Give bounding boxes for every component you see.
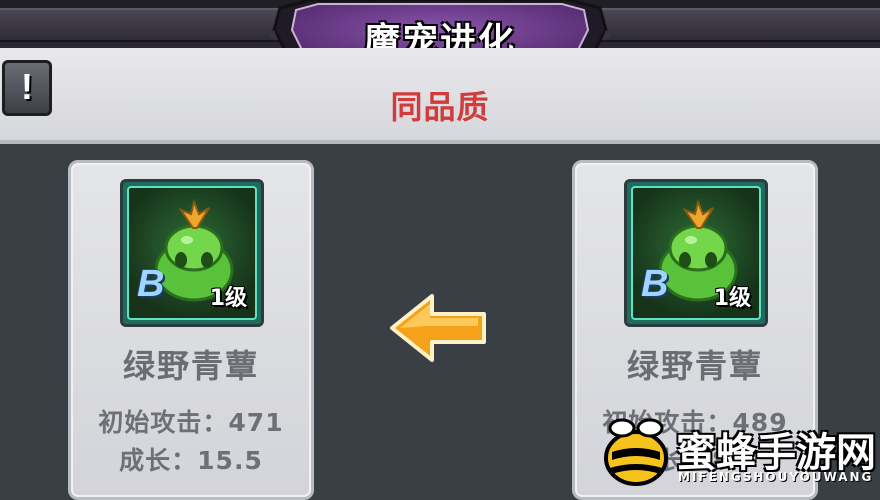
arrow-left-icon — [390, 294, 486, 362]
watermark: 蜜蜂手游网 MIFENGSHOUYOUWANG — [598, 418, 880, 493]
grade-badge: B — [641, 263, 669, 305]
pet-card-left[interactable]: B 1级 绿野青蕈 初始攻击：471 成长：15.5 — [68, 160, 314, 500]
level-badge: 1级 — [713, 286, 751, 311]
pet-portrait: B 1级 — [631, 186, 761, 320]
bee-logo-icon — [604, 418, 668, 486]
pet-name: 绿野青蕈 — [122, 347, 259, 385]
watermark-subtitle: MIFENGSHOUYOUWANG — [678, 470, 874, 484]
quality-label: 同品质 — [390, 88, 490, 126]
exclamation-icon: ! — [21, 66, 33, 107]
pet-portrait-frame: B 1级 — [120, 179, 264, 327]
pet-portrait-frame: B 1级 — [624, 179, 768, 327]
alert-button[interactable]: ! — [2, 60, 52, 116]
pet-portrait: B 1级 — [127, 186, 257, 320]
grade-badge: B — [137, 263, 165, 305]
initial-attack-stat: 初始攻击：471 — [98, 408, 284, 437]
level-badge: 1级 — [209, 286, 247, 311]
pet-name: 绿野青蕈 — [626, 347, 763, 385]
growth-stat: 成长：15.5 — [119, 446, 263, 475]
